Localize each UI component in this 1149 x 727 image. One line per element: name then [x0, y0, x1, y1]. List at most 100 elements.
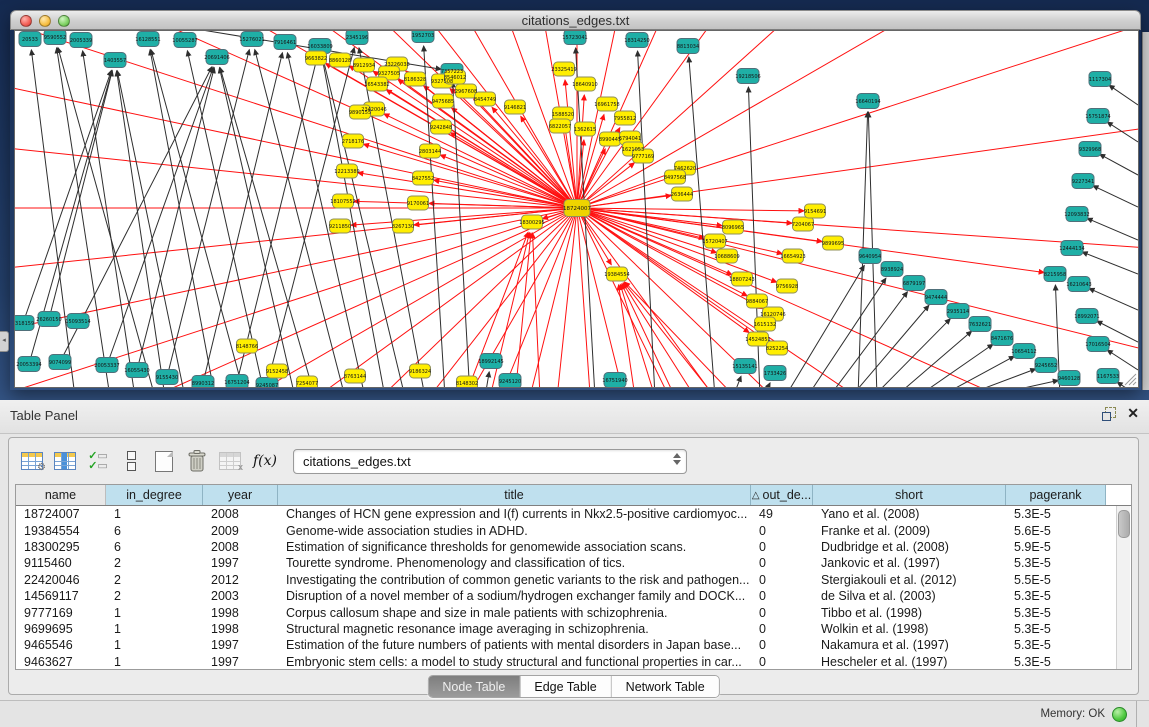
graph-edge[interactable] [622, 284, 675, 387]
window-resize-grip[interactable] [1121, 370, 1137, 386]
table-row[interactable]: 977716911998Corpus callosum shape and si… [16, 604, 1131, 620]
graph-edge[interactable] [1089, 288, 1138, 310]
graph-edge[interactable] [1087, 218, 1138, 240]
tab-network-table[interactable]: Network Table [612, 676, 719, 697]
graph-edge[interactable] [763, 383, 770, 387]
table-type-tabs: Node Table Edge Table Network Table [427, 675, 719, 698]
unselect-all-columns-button[interactable] [116, 446, 146, 476]
graph-edge[interactable] [1082, 252, 1138, 274]
graph-edge[interactable] [485, 372, 489, 387]
graph-edge[interactable] [829, 292, 907, 387]
graph-node-label: 16654923 [780, 254, 805, 260]
close-panel-icon[interactable]: ✕ [1127, 407, 1139, 420]
graph-edge[interactable] [565, 80, 577, 208]
column-header-in-degree[interactable]: in_degree [106, 485, 203, 505]
graph-edge[interactable] [577, 31, 1138, 208]
column-header-name[interactable]: name [16, 485, 106, 505]
graph-node-label: 9170061 [407, 201, 429, 207]
graph-edge[interactable] [1107, 122, 1138, 142]
graph-edge[interactable] [359, 48, 425, 387]
memory-status-indicator[interactable] [1112, 707, 1127, 722]
graph-edge[interactable] [58, 48, 155, 387]
graph-edge[interactable] [851, 305, 929, 387]
graph-edge[interactable] [939, 356, 1014, 387]
graph-edge[interactable] [151, 50, 245, 387]
graph-edge[interactable] [983, 380, 1058, 387]
graph-node-label: 19384554 [604, 272, 629, 278]
table-row[interactable]: 1830029562008Estimation of significance … [16, 539, 1131, 555]
graph-edge[interactable] [873, 319, 950, 387]
table-row[interactable]: 2242004622012Investigating the contribut… [16, 572, 1131, 588]
graph-edge[interactable] [23, 70, 111, 323]
graph-edge[interactable] [577, 31, 1106, 208]
network-canvas[interactable]: 2053395905522005339140355716128551100552… [15, 31, 1138, 387]
graph-node-label: 2345196 [346, 35, 368, 41]
graph-node-label: 9474444 [925, 295, 947, 301]
graph-edge[interactable] [90, 208, 577, 387]
graph-edge[interactable] [625, 282, 735, 387]
graph-edge[interactable] [137, 68, 214, 370]
graph-edge[interactable] [31, 50, 75, 387]
table-row[interactable]: 969969511998Structural magnetic resonanc… [16, 621, 1131, 637]
table-scrollbar-thumb[interactable] [1118, 510, 1130, 538]
table-scrollbar[interactable] [1116, 506, 1130, 669]
panel-collapse-handle[interactable]: ◂ [0, 331, 9, 352]
graph-edge[interactable] [83, 51, 135, 387]
column-header-out-degree[interactable]: △ out_de... [751, 485, 813, 505]
delete-table-button[interactable]: x [215, 446, 245, 476]
table-row[interactable]: 1456911722003Disruption of a novel membe… [16, 588, 1131, 604]
graph-edge[interactable] [577, 31, 1138, 208]
graph-node-label: 7462620 [674, 166, 696, 172]
table-cell: 5.5E-5 [1006, 573, 1106, 587]
tab-node-table[interactable]: Node Table [428, 676, 520, 697]
graph-edge[interactable] [1093, 186, 1138, 207]
graph-edge[interactable] [577, 31, 1138, 208]
column-header-pagerank[interactable]: pagerank [1006, 485, 1106, 505]
network-window-titlebar[interactable]: citations_edges.txt [10, 10, 1141, 30]
graph-node-label: 2803144 [419, 149, 441, 155]
table-cell: 5.3E-5 [1006, 507, 1106, 521]
graph-edge[interactable] [49, 71, 112, 319]
graph-edge[interactable] [187, 51, 265, 387]
graph-edge[interactable] [117, 71, 185, 387]
table-row[interactable]: 911546021997Tourette syndrome. Phenomeno… [16, 555, 1131, 571]
graph-edge[interactable] [917, 344, 993, 387]
select-all-columns-button[interactable]: ✓▭✓▭ [83, 446, 113, 476]
graph-edge[interactable] [733, 376, 741, 387]
column-header-title[interactable]: title [278, 485, 751, 505]
graph-edge[interactable] [1109, 85, 1138, 105]
graph-edge[interactable] [623, 283, 695, 387]
graph-edge[interactable] [57, 48, 110, 387]
table-row[interactable]: 1872400712008Changes of HCN gene express… [16, 506, 1131, 522]
graph-edge[interactable] [577, 31, 1138, 208]
graph-edge[interactable] [203, 53, 282, 383]
column-header-short[interactable]: short [813, 485, 1006, 505]
graph-node-label: 1362615 [574, 127, 596, 133]
graph-edge[interactable] [117, 71, 165, 387]
graph-edge[interactable] [576, 48, 595, 387]
table-options-button[interactable]: ⚙ [17, 446, 47, 476]
graph-edge[interactable] [515, 233, 531, 387]
graph-node-label: 26260150 [36, 317, 61, 323]
graph-edge[interactable] [255, 50, 345, 387]
network-table-selector[interactable]: citations_edges.txt [293, 449, 687, 474]
graph-edge[interactable] [237, 57, 317, 382]
graph-edge[interactable] [1107, 350, 1138, 370]
graph-node-label: 9475685 [432, 99, 454, 105]
create-new-column-button[interactable] [149, 446, 179, 476]
graph-edge[interactable] [619, 285, 635, 387]
table-row[interactable]: 1938455462009Genome-wide association stu… [16, 522, 1131, 538]
table-row[interactable]: 946362711997Embryonic stem cells: a mode… [16, 654, 1131, 670]
delete-column-button[interactable] [182, 446, 212, 476]
table-row[interactable]: 946554611997Estimation of the future num… [16, 637, 1131, 653]
column-header-year[interactable]: year [203, 485, 278, 505]
function-builder-button[interactable]: f(x) [248, 446, 282, 476]
show-columns-button[interactable] [50, 446, 80, 476]
graph-edge[interactable] [1100, 154, 1138, 175]
graph-edge[interactable] [364, 144, 577, 208]
graph-edge[interactable] [267, 48, 354, 385]
tab-edge-table[interactable]: Edge Table [520, 676, 611, 697]
float-panel-icon[interactable] [1102, 407, 1115, 420]
graph-edge[interactable] [453, 82, 470, 387]
graph-edge[interactable] [577, 31, 1138, 208]
